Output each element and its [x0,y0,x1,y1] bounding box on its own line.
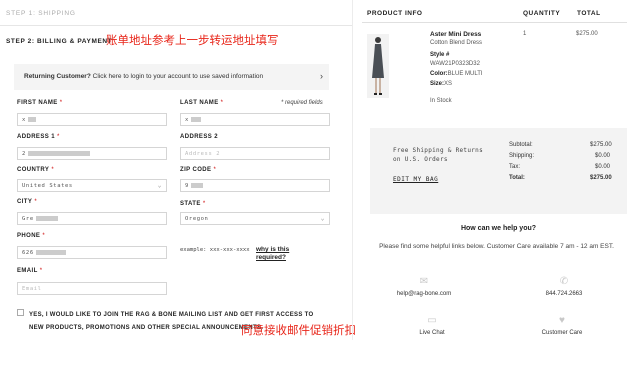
product-quantity: 1 [523,31,527,37]
help-email-link[interactable]: help@rag-bone.com [394,291,454,297]
chevron-right-icon: › [320,71,323,81]
state-label: STATE * [180,201,206,207]
returning-customer-banner[interactable]: Returning Customer? Click here to login … [14,64,329,90]
tax-value: $0.00 [595,164,611,170]
last-name-input[interactable]: x [180,113,330,126]
annotation-billing: 账单地址参考上一步转运地址填写 [106,33,279,47]
mailing-list-checkbox[interactable] [17,309,24,316]
product-info-header: PRODUCT INFO [367,10,423,17]
subtotal-label: Subtotal: [509,142,533,148]
phone-icon[interactable]: ✆ [540,276,588,287]
address2-label: ADDRESS 2 [180,134,218,140]
zip-input[interactable]: 9 [180,179,330,192]
chevron-down-icon: ⌄ [157,182,162,189]
order-summary-panel [370,128,627,214]
address2-input[interactable]: Address 2 [180,147,330,160]
first-name-input[interactable]: x [17,113,167,126]
total-header: TOTAL [577,10,601,17]
product-size: Size:XS [430,81,453,87]
first-name-label: FIRST NAME * [17,100,63,106]
product-price: $275.00 [576,31,598,37]
chevron-down-icon: ⌄ [320,215,325,222]
help-phone-link[interactable]: 844.724.2663 [534,291,594,297]
required-fields-note: * required fields [281,100,323,106]
zip-label: ZIP CODE * [180,167,217,173]
product-style: WAW21P0323D32 [430,61,480,67]
country-select[interactable]: United States ⌄ [17,179,167,192]
subtotal-value: $275.00 [590,142,612,148]
email-label: EMAIL * [17,268,43,274]
edit-bag-link[interactable]: EDIT MY BAG [393,176,438,183]
total-value: $275.00 [590,175,612,181]
annotation-promo: 同意接收邮件促销折扣 [241,323,356,337]
phone-label: PHONE * [17,233,46,239]
stock-status: In Stock [430,98,452,104]
phone-example: example: xxx-xxx-xxxx [180,247,250,253]
tax-label: Tax: [509,164,521,170]
help-title: How can we help you? [460,225,537,232]
step2-billing-label: STEP 2: BILLING & PAYMENT [6,38,113,45]
shipping-note: Free Shipping & Returns on U.S. Orders [393,147,483,163]
product-style-label: Style # [430,52,450,58]
city-label: CITY * [17,199,38,205]
shipping-label: Shipping: [509,153,535,159]
column-divider [352,0,353,340]
help-text: Please find some helpful links below. Cu… [379,243,614,250]
dress-icon [372,37,384,95]
last-name-label: LAST NAME * [180,100,224,106]
city-input[interactable]: Gre [17,212,167,225]
country-label: COUNTRY * [17,167,55,173]
product-image[interactable] [367,34,389,98]
product-color: Color:BLUE MULTI [430,71,483,77]
header-divider [362,22,627,23]
divider [0,25,352,26]
live-chat-link[interactable]: Live Chat [402,330,462,336]
chat-icon[interactable]: ▭ [408,315,456,326]
shipping-value: $0.00 [595,153,611,159]
quantity-header: QUANTITY [523,10,561,17]
email-icon[interactable]: ✉ [400,276,448,287]
returning-text: Click here to login to your account to u… [90,73,264,80]
why-required-link[interactable]: why is this required? [256,246,310,262]
total-label: Total: [509,175,525,181]
address1-label: ADDRESS 1 * [17,134,60,140]
step1-shipping-label[interactable]: STEP 1: SHIPPING [6,10,76,17]
product-name[interactable]: Aster Mini Dress [430,31,481,38]
state-select[interactable]: Oregon ⌄ [180,212,330,225]
email-input[interactable]: Email [17,282,167,295]
customer-care-link[interactable]: Customer Care [532,330,592,336]
product-material: Cotton Blend Dress [430,40,483,46]
heart-icon[interactable]: ♥ [538,315,586,326]
address1-input[interactable]: 2 [17,147,167,160]
returning-label: Returning Customer? [24,73,91,80]
phone-input[interactable]: 626 [17,246,167,259]
